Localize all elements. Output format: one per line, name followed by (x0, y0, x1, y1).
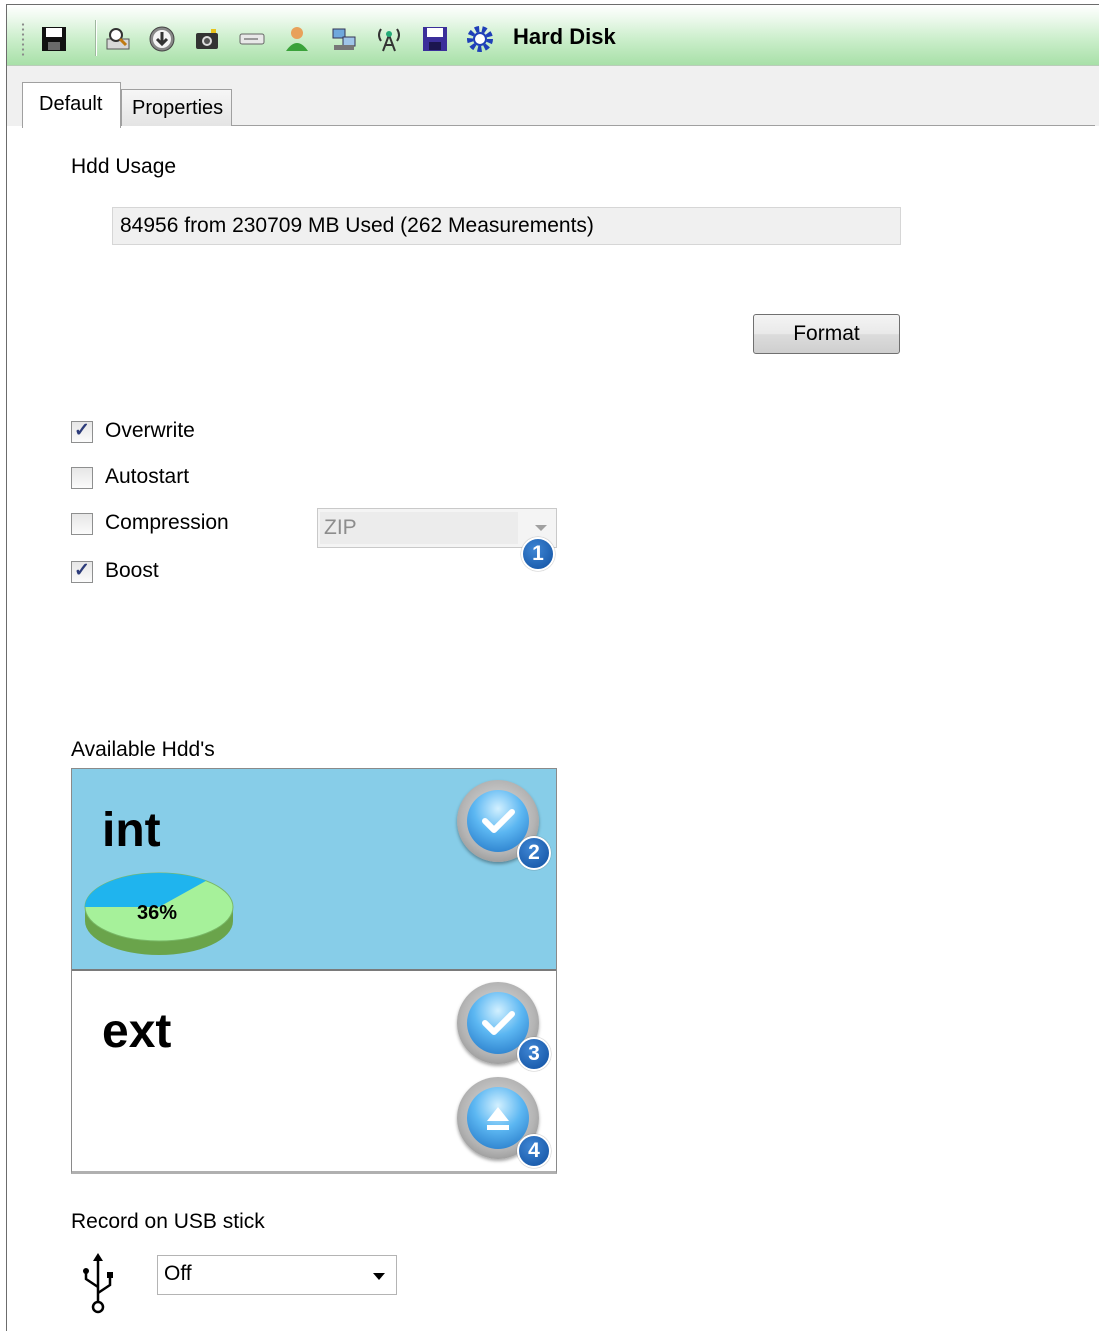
format-button[interactable]: Format (753, 314, 900, 354)
usage-percent-label: 36% (137, 902, 177, 924)
chevron-down-icon (535, 525, 547, 531)
callout-badge-2: 2 (517, 836, 551, 870)
toolbar-title: Hard Disk (513, 24, 616, 49)
callout-badge-3: 3 (517, 1037, 551, 1071)
chevron-down-icon (373, 1273, 385, 1280)
usage-pie-chart: 36% (84, 872, 234, 955)
compression-label[interactable]: Compression (105, 511, 229, 535)
save-icon[interactable] (40, 25, 68, 53)
checkmark-icon: ✓ (74, 420, 90, 441)
hdd-usage-field: 84956 from 230709 MB Used (262 Measureme… (112, 207, 901, 245)
print-preview-icon[interactable] (104, 25, 132, 53)
overwrite-checkbox[interactable]: ✓ (71, 420, 93, 443)
antenna-icon[interactable] (375, 25, 403, 53)
compression-type-dropdown[interactable]: ZIP (317, 508, 557, 548)
settings-icon[interactable] (466, 25, 494, 53)
tab-divider (120, 125, 1095, 126)
boost-checkbox[interactable]: ✓ (71, 560, 93, 583)
usb-record-dropdown[interactable]: Off (157, 1255, 397, 1295)
tab-default[interactable]: Default (22, 82, 121, 128)
camera-icon[interactable] (193, 25, 221, 53)
autostart-label[interactable]: Autostart (105, 465, 189, 489)
usb-icon (83, 1253, 113, 1314)
usb-record-label: Record on USB stick (71, 1210, 265, 1233)
hdd-name-int: int (102, 804, 161, 857)
user-icon[interactable] (283, 25, 311, 53)
toolbar-grip[interactable] (21, 22, 25, 58)
compression-checkbox[interactable] (71, 513, 93, 535)
network-icon[interactable] (330, 25, 358, 53)
autostart-checkbox[interactable] (71, 467, 93, 489)
tab-properties[interactable]: Properties (121, 89, 232, 126)
callout-badge-4: 4 (517, 1134, 551, 1168)
boost-label[interactable]: Boost (105, 559, 159, 583)
available-hdds-label: Available Hdd's (71, 738, 215, 761)
disk-icon[interactable] (421, 25, 449, 53)
drive-icon[interactable] (238, 25, 266, 53)
hdd-usage-label: Hdd Usage (71, 155, 177, 178)
compression-type-value: ZIP (324, 516, 357, 539)
overwrite-label[interactable]: Overwrite (105, 419, 195, 443)
callout-badge-1: 1 (521, 537, 555, 571)
toolbar-separator (95, 20, 96, 56)
usb-record-value: Off (164, 1262, 192, 1285)
download-icon[interactable] (148, 25, 176, 53)
checkmark-icon: ✓ (74, 560, 90, 581)
hdd-name-ext: ext (102, 1005, 172, 1058)
